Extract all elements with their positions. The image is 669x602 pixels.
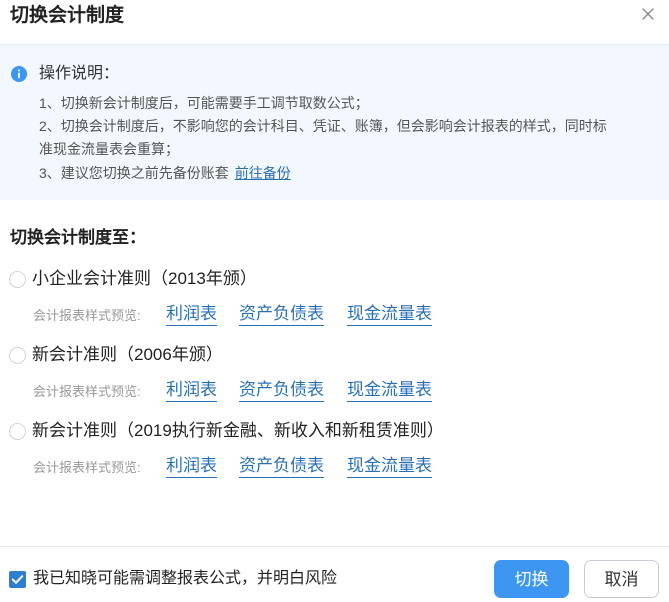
preview-income-statement-link[interactable]: 利润表 <box>166 303 217 326</box>
switch-accounting-system-dialog: 切换会计制度 操作说明： 1、切换新会计制度后，可能需要手工调节取数公式； 2、… <box>0 0 669 602</box>
preview-balance-sheet-link[interactable]: 资产负债表 <box>239 303 324 326</box>
option-new-standard-2019: 新会计准则（2019执行新金融、新收入和新租赁准则） 会计报表样式预览: 利润表… <box>0 418 669 494</box>
instruction-line-4-text: 3、建议您切换之前先备份账套 <box>39 165 229 181</box>
instructions-panel: 操作说明： 1、切换新会计制度后，可能需要手工调节取数公式； 2、切换会计制度后… <box>0 44 669 200</box>
instruction-line-2: 2、切换会计制度后，不影响您的会计科目、凭证、账簿，但会影响会计报表的样式，同时… <box>39 118 607 134</box>
option-small-enterprise-2013: 小企业会计准则（2013年颁） 会计报表样式预览: 利润表 资产负债表 现金流量… <box>0 266 669 342</box>
instruction-line-4: 3、建议您切换之前先备份账套 前往备份 <box>39 162 291 185</box>
radio-small-enterprise-2013[interactable] <box>9 271 26 288</box>
preview-cash-flow-link[interactable]: 现金流量表 <box>347 455 432 478</box>
dialog-title: 切换会计制度 <box>10 5 125 26</box>
go-backup-link[interactable]: 前往备份 <box>235 165 291 181</box>
preview-label: 会计报表样式预览: <box>33 460 141 475</box>
close-icon[interactable] <box>638 4 658 24</box>
preview-cash-flow-link[interactable]: 现金流量表 <box>347 379 432 402</box>
preview-label: 会计报表样式预览: <box>33 308 141 323</box>
cancel-button[interactable]: 取消 <box>584 560 659 598</box>
check-icon <box>11 575 24 584</box>
risk-acknowledge-checkbox[interactable] <box>9 571 26 588</box>
preview-cash-flow-link[interactable]: 现金流量表 <box>347 303 432 326</box>
option-label[interactable]: 小企业会计准则（2013年颁） <box>32 268 257 290</box>
section-title: 切换会计制度至： <box>10 228 146 247</box>
dialog-footer: 我已知晓可能需调整报表公式，并明白风险 切换 取消 <box>0 546 669 602</box>
preview-income-statement-link[interactable]: 利润表 <box>166 455 217 478</box>
preview-label: 会计报表样式预览: <box>33 384 141 399</box>
option-new-standard-2006: 新会计准则（2006年颁） 会计报表样式预览: 利润表 资产负债表 现金流量表 <box>0 342 669 418</box>
radio-new-standard-2006[interactable] <box>9 347 26 364</box>
info-icon <box>11 66 27 82</box>
instruction-line-3: 准现金流量表会重算； <box>39 141 179 157</box>
instructions-title: 操作说明： <box>39 65 120 82</box>
radio-new-standard-2019[interactable] <box>9 423 26 440</box>
preview-income-statement-link[interactable]: 利润表 <box>166 379 217 402</box>
instruction-line-1: 1、切换新会计制度后，可能需要手工调节取数公式； <box>39 95 369 111</box>
risk-acknowledge-label[interactable]: 我已知晓可能需调整报表公式，并明白风险 <box>33 568 337 590</box>
preview-balance-sheet-link[interactable]: 资产负债表 <box>239 379 324 402</box>
preview-balance-sheet-link[interactable]: 资产负债表 <box>239 455 324 478</box>
dialog-header: 切换会计制度 <box>0 0 669 44</box>
switch-button[interactable]: 切换 <box>494 560 569 598</box>
option-label[interactable]: 新会计准则（2019执行新金融、新收入和新租赁准则） <box>32 420 444 442</box>
option-label[interactable]: 新会计准则（2006年颁） <box>32 344 223 366</box>
